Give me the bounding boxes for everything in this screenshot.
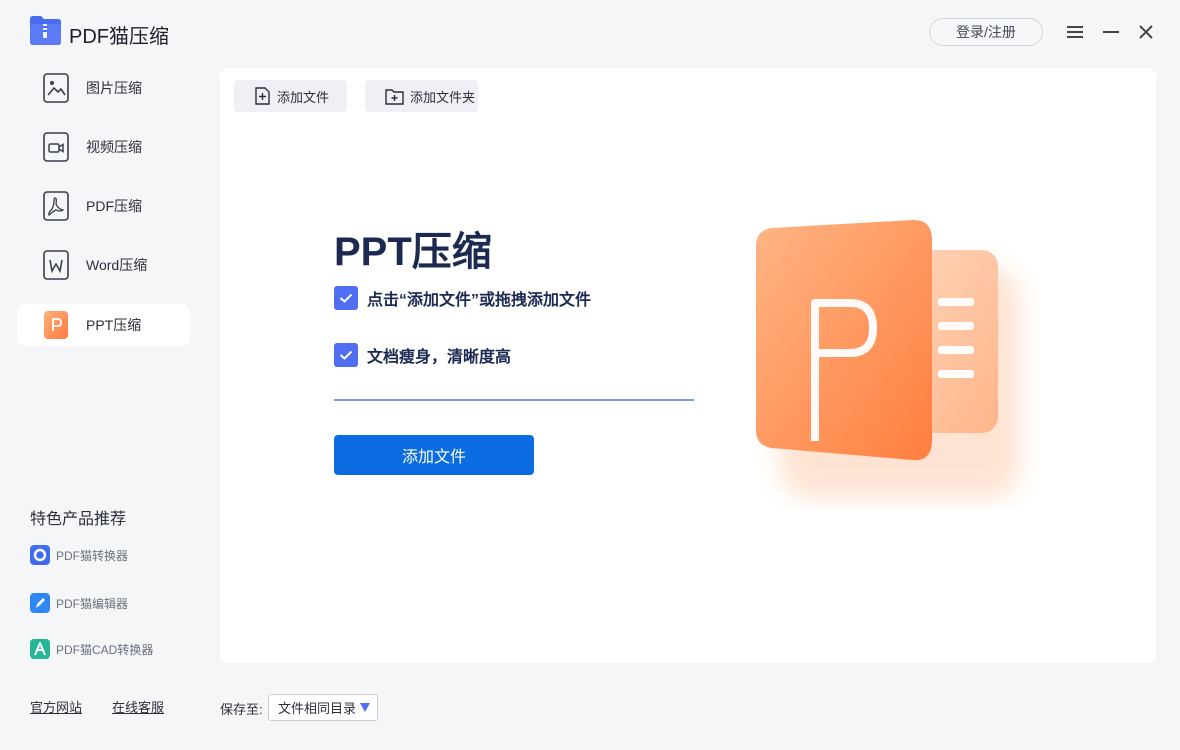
recommend-label: PDF猫转换器 — [56, 548, 129, 563]
ppt-icon — [43, 310, 69, 340]
app-logo — [30, 16, 61, 45]
sidebar-item-label: PDF压缩 — [86, 198, 142, 214]
add-folder-toolbar-button[interactable]: 添加文件夹 — [365, 80, 478, 112]
feature-label: 点击“添加文件”或拖拽添加文件 — [367, 292, 592, 309]
sidebar-item-video[interactable]: 视频压缩 — [17, 126, 190, 168]
checkbox[interactable] — [334, 343, 358, 367]
video-icon — [43, 132, 69, 162]
app-title: PDF猫压缩 — [69, 26, 169, 48]
editor-icon — [30, 593, 50, 613]
image-icon — [43, 73, 69, 103]
add-file-toolbar-button[interactable]: 添加文件 — [234, 80, 347, 112]
word-icon — [43, 250, 69, 280]
cad-icon — [30, 639, 50, 659]
recommend-item-converter[interactable]: PDF猫转换器 — [30, 545, 128, 565]
dropdown-caret-icon — [360, 703, 370, 712]
add-file-button[interactable]: 添加文件 — [334, 435, 534, 475]
menu-icon[interactable] — [1065, 22, 1085, 42]
sidebar-item-label: 视频压缩 — [86, 139, 142, 155]
feature-check-row: 文档瘦身，清晰度高 — [334, 343, 511, 367]
checkbox[interactable] — [334, 286, 358, 310]
add-file-toolbar-label: 添加文件 — [277, 89, 330, 105]
sidebar-item-label: Word压缩 — [86, 257, 148, 273]
save-location-select[interactable]: 文件相同目录 — [268, 694, 378, 721]
login-button[interactable]: 登录/注册 — [929, 18, 1043, 46]
sidebar-item-image[interactable]: 图片压缩 — [17, 67, 190, 109]
sidebar-item-ppt[interactable]: PPT压缩 — [17, 304, 190, 346]
sidebar-item-label: 图片压缩 — [86, 80, 142, 96]
ppt-illustration — [740, 208, 1040, 508]
recommend-label: PDF猫编辑器 — [56, 596, 129, 611]
main-panel: 添加文件 添加文件夹 PPT压缩 点击“添加文件”或拖拽添加文件 文档瘦身，清晰… — [220, 68, 1156, 663]
minimize-icon[interactable] — [1101, 22, 1121, 42]
recommend-item-editor[interactable]: PDF猫编辑器 — [30, 593, 128, 613]
sidebar-item-pdf[interactable]: PDF压缩 — [17, 185, 190, 227]
check-icon — [339, 350, 353, 360]
add-file-icon — [255, 87, 270, 105]
save-to-label: 保存至: — [220, 702, 263, 717]
converter-icon — [30, 545, 50, 565]
sidebar-item-word[interactable]: Word压缩 — [17, 244, 190, 286]
check-icon — [339, 293, 353, 303]
recommend-title: 特色产品推荐 — [30, 511, 127, 528]
pdf-icon — [43, 191, 69, 221]
official-site-link[interactable]: 官方网站 — [30, 697, 82, 716]
divider — [334, 399, 694, 401]
feature-check-row: 点击“添加文件”或拖拽添加文件 — [334, 286, 591, 310]
close-icon[interactable] — [1136, 22, 1156, 42]
recommend-item-cad[interactable]: PDF猫CAD转换器 — [30, 639, 153, 659]
save-location-value: 文件相同目录 — [278, 701, 357, 716]
feature-label: 文档瘦身，清晰度高 — [367, 349, 512, 366]
add-folder-toolbar-label: 添加文件夹 — [410, 89, 476, 105]
online-service-link[interactable]: 在线客服 — [112, 697, 164, 716]
recommend-label: PDF猫CAD转换器 — [56, 642, 154, 657]
add-folder-icon — [385, 88, 404, 105]
page-title: PPT压缩 — [334, 230, 492, 274]
sidebar-item-label: PPT压缩 — [86, 317, 142, 333]
